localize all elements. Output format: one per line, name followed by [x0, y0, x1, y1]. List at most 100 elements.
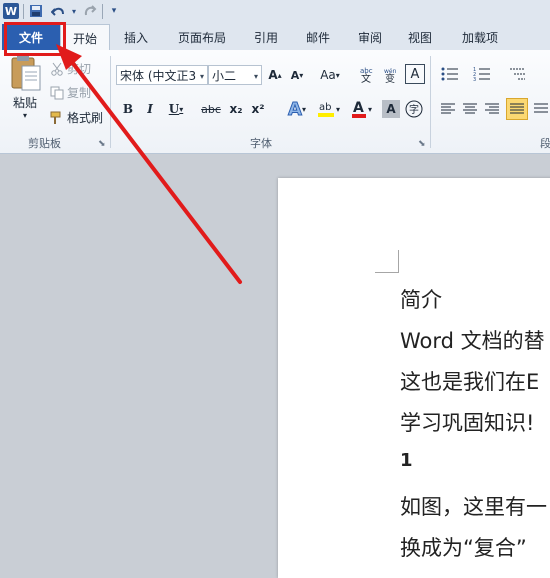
copy-button[interactable]: 复制 [50, 84, 91, 101]
tab-home[interactable]: 开始 [60, 24, 110, 51]
qat-separator [23, 4, 24, 19]
doc-line[interactable]: 如图，这里有一 [400, 491, 547, 521]
doc-line[interactable]: Word 文档的替 [400, 325, 545, 355]
cut-label: 剪切 [67, 62, 92, 76]
scissors-icon [50, 62, 64, 76]
doc-line[interactable]: 1 [400, 450, 413, 471]
text-effects-icon: A [288, 98, 303, 120]
tab-mailings[interactable]: 邮件 [296, 24, 340, 50]
superscript-button[interactable]: x² [248, 99, 268, 119]
enclose-character-icon[interactable]: A [405, 64, 425, 84]
chevron-down-icon: ▾ [199, 72, 204, 81]
tab-insert[interactable]: 插入 [112, 24, 160, 50]
paste-icon[interactable] [6, 54, 44, 94]
bullets-icon [441, 67, 458, 81]
font-launcher-icon[interactable]: ⬊ [418, 139, 426, 149]
customize-qat-icon[interactable]: ▾ [106, 3, 122, 19]
clipboard-launcher-icon[interactable]: ⬊ [98, 139, 106, 149]
redo-icon[interactable] [82, 3, 98, 19]
word-app-icon[interactable]: W [3, 3, 19, 19]
svg-text:变: 变 [385, 72, 395, 83]
tab-addins[interactable]: 加载项 [452, 24, 508, 50]
highlight-color-button[interactable]: ab ▾ [312, 98, 344, 120]
format-painter-icon [50, 111, 64, 125]
shrink-font-button[interactable]: A ▾ [287, 65, 307, 85]
justify-icon[interactable] [506, 98, 528, 120]
change-case-button[interactable]: Aa ▾ [314, 65, 346, 85]
undo-icon[interactable] [50, 3, 66, 19]
bullets-button[interactable] [438, 64, 462, 84]
save-icon[interactable] [28, 3, 44, 19]
grow-font-label: A [268, 68, 278, 82]
multilevel-list-icon [510, 68, 525, 80]
align-right-icon[interactable] [482, 99, 502, 119]
align-center-icon[interactable] [460, 99, 480, 119]
phonetic-guide-icon[interactable]: abc 文 [356, 63, 378, 85]
crop-mark [375, 272, 399, 273]
font-color-icon: A [351, 100, 366, 118]
strikethrough-button[interactable]: abc [198, 99, 224, 119]
ribbon-home: 粘贴 ▾ 剪切 复制 格式刷 剪贴板 ⬊ 宋体 (中文正3 ▾ 小二 ▾ A ▴ … [0, 50, 550, 154]
grow-font-button[interactable]: A ▴ [265, 65, 285, 85]
chevron-down-icon: ▾ [367, 104, 372, 114]
svg-text:A: A [353, 100, 364, 116]
character-shading-button[interactable]: A [382, 100, 400, 118]
cut-button[interactable]: 剪切 [50, 60, 91, 77]
align-left-icon[interactable] [438, 99, 458, 119]
chevron-down-icon: ▾ [301, 104, 306, 114]
copy-label: 复制 [67, 86, 92, 100]
document-page[interactable]: 简介 Word 文档的替 这也是我们在E 学习巩固知识! 1 如图，这里有一 换… [278, 178, 550, 578]
italic-button[interactable]: I [140, 99, 160, 119]
change-case-label: Aa [320, 68, 336, 82]
doc-line[interactable]: 换成为“复合” [400, 532, 527, 562]
svg-text:ab: ab [319, 102, 331, 113]
paste-dropdown-icon[interactable]: ▾ [18, 110, 32, 120]
chevron-down-icon: ▾ [335, 104, 340, 114]
copy-icon [50, 86, 64, 100]
ribbon-tabs: 文件 开始 插入 页面布局 引用 邮件 审阅 视图 加载项 [0, 24, 550, 51]
doc-line[interactable]: 简介 [400, 284, 442, 314]
text-effects-button[interactable]: A ▾ [282, 98, 312, 120]
chevron-down-icon: ▾ [335, 70, 340, 80]
enclosed-characters-icon[interactable]: 字 [404, 99, 424, 119]
doc-line[interactable]: 这也是我们在E [400, 366, 539, 396]
font-size-value: 小二 [212, 68, 237, 83]
character-border-icon[interactable]: wén 变 [380, 63, 402, 85]
group-separator [430, 56, 431, 148]
underline-label: U [168, 102, 180, 116]
doc-line[interactable]: 学习巩固知识! [400, 407, 534, 437]
font-name-value: 宋体 (中文正3 [120, 68, 197, 83]
tab-review[interactable]: 审阅 [348, 24, 392, 50]
bold-button[interactable]: B [118, 99, 138, 119]
underline-button[interactable]: U ▾ [164, 99, 188, 119]
shrink-font-label: A [290, 68, 300, 82]
clipboard-group-label: 剪贴板 [28, 137, 61, 150]
font-size-combo[interactable]: 小二 ▾ [208, 65, 262, 85]
format-painter-button[interactable]: 格式刷 [50, 109, 103, 126]
crop-mark [398, 250, 399, 273]
svg-text:3: 3 [473, 77, 476, 81]
svg-text:文: 文 [361, 72, 371, 83]
distributed-icon[interactable] [532, 99, 550, 119]
paste-button[interactable]: 粘贴 [8, 94, 42, 110]
subscript-button[interactable]: x₂ [226, 99, 246, 119]
tab-page-layout[interactable]: 页面布局 [170, 24, 234, 50]
multilevel-list-button[interactable] [504, 64, 530, 84]
qat-separator [102, 4, 103, 19]
numbering-icon: 123 [473, 67, 490, 81]
tab-references[interactable]: 引用 [244, 24, 288, 50]
chevron-down-icon: ▾ [179, 104, 184, 114]
font-name-combo[interactable]: 宋体 (中文正3 ▾ [116, 65, 208, 85]
paragraph-group-label: 段 [540, 137, 550, 150]
document-canvas: 简介 Word 文档的替 这也是我们在E 学习巩固知识! 1 如图，这里有一 换… [0, 154, 550, 578]
tab-view[interactable]: 视图 [398, 24, 442, 50]
highlighter-icon: ab [317, 102, 334, 117]
format-painter-label: 格式刷 [67, 111, 104, 125]
numbering-button[interactable]: 123 [470, 64, 494, 84]
quick-access-toolbar: W ▾ ▾ [0, 0, 550, 25]
svg-text:字: 字 [409, 103, 419, 116]
font-color-button[interactable]: A ▾ [346, 98, 376, 120]
group-separator [110, 56, 111, 148]
undo-dropdown-icon[interactable]: ▾ [66, 3, 82, 19]
chevron-down-icon: ▾ [253, 72, 258, 81]
